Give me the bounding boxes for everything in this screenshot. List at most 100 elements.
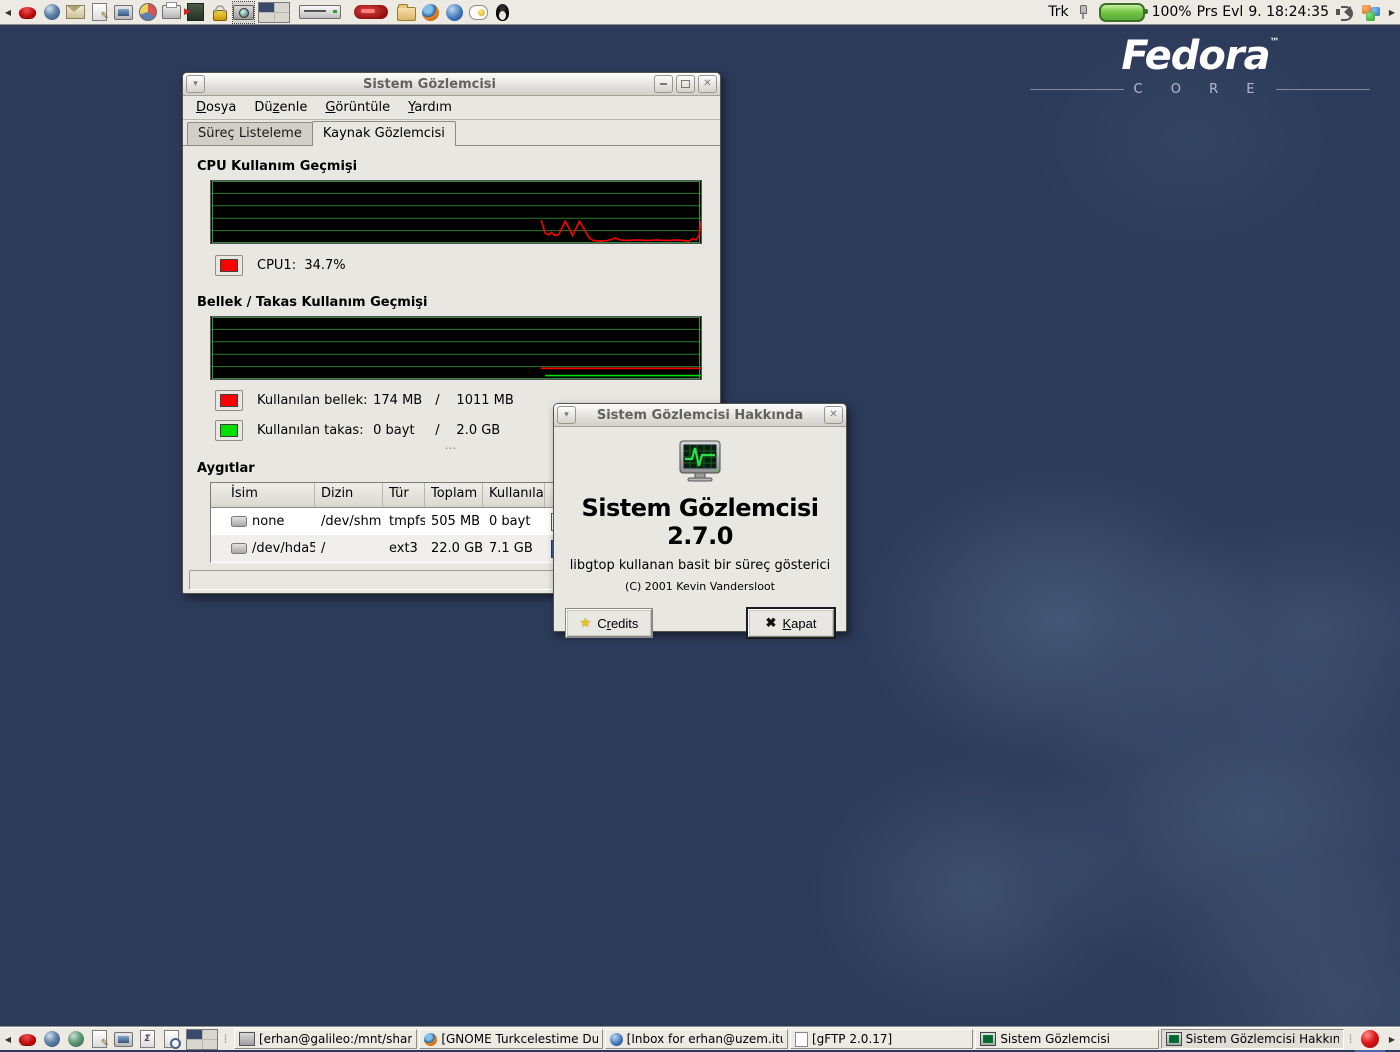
panel-hide-left-button[interactable]	[2, 2, 14, 22]
battery-meter-icon[interactable]	[1097, 2, 1147, 23]
credits-button[interactable]: Credits	[566, 609, 652, 637]
dialog-close-button[interactable]	[824, 406, 843, 424]
menu-goruntule[interactable]: Görüntüle	[316, 98, 399, 117]
thunderbird-icon	[610, 1033, 623, 1046]
about-dialog: Sistem Gözlemcisi Hakkında Sistem Gözlem…	[553, 403, 847, 632]
main-menu-redhat-icon[interactable]	[17, 2, 38, 23]
column-header-toplam[interactable]: Toplam	[425, 483, 483, 507]
about-copyright: (C) 2001 Kevin Vandersloot	[566, 580, 834, 593]
tab-kaynak-gozlemcisi[interactable]: Kaynak Gözlemcisi	[312, 121, 456, 146]
logo-rule-right	[1276, 89, 1370, 90]
bottom-web-globe-icon[interactable]	[41, 1029, 62, 1050]
bottom-panel-hide-left-button[interactable]	[2, 1029, 14, 1049]
workspace-switcher[interactable]	[257, 2, 291, 23]
bottom-redhat-menu-icon[interactable]	[17, 1029, 38, 1050]
column-header-dizin[interactable]: Dizin	[315, 483, 383, 507]
memory-used-label: Kullanılan bellek:	[257, 393, 369, 408]
memory-used-value: 174 MB	[373, 393, 431, 408]
memory-total-value: 1011 MB	[456, 393, 513, 408]
disk-icon	[231, 543, 247, 554]
battery-percentage: 100%	[1152, 4, 1192, 20]
bottom-workspace-switcher[interactable]	[185, 1029, 219, 1050]
dialog-window-menu-button[interactable]	[557, 406, 576, 424]
about-dialog-title: Sistem Gözlemcisi Hakkında	[579, 408, 821, 423]
taskbar-button-terminal[interactable]: [erhan@galileo:/mnt/share/C	[234, 1029, 417, 1049]
web-browser-launcher-icon[interactable]	[41, 2, 62, 23]
tab-surec-listeleme[interactable]: Süreç Listeleme	[187, 122, 313, 146]
disk-icon	[231, 516, 247, 527]
tray-red-ball-icon[interactable]	[1357, 1029, 1383, 1050]
taskbar-button-thunderbird[interactable]: [Inbox for erhan@uzem.itu.e	[605, 1029, 788, 1049]
messenger-chat-icon[interactable]	[468, 2, 489, 23]
tray-handle[interactable]	[1347, 1028, 1354, 1050]
terminal-icon	[239, 1032, 255, 1046]
gftp-page-icon	[795, 1032, 808, 1047]
bottom-globe2-icon[interactable]	[65, 1029, 86, 1050]
menu-duzenle[interactable]: Düzenle	[245, 98, 316, 117]
window-menu-button[interactable]	[186, 75, 205, 93]
tux-penguin-icon[interactable]	[492, 2, 513, 23]
kapat-button[interactable]: Kapat	[748, 609, 834, 637]
maximize-button[interactable]	[676, 75, 695, 93]
logo-rule-left	[1030, 89, 1124, 90]
system-monitor-app-icon	[676, 439, 724, 484]
taskbar-button-about-dialog[interactable]: Sistem Gözlemcisi Hakkınd	[1161, 1029, 1344, 1049]
screenshot-camera-icon[interactable]	[233, 2, 254, 23]
file-manager-folder-icon[interactable]	[396, 2, 417, 23]
bottom-panel-hide-right-button[interactable]	[1386, 1029, 1398, 1049]
cpu1-label: CPU1:	[257, 258, 296, 273]
memory-color-swatch[interactable]	[215, 390, 243, 411]
spreadsheet-launcher-icon[interactable]	[137, 2, 158, 23]
taskbar-button-system-monitor[interactable]: Sistem Gözlemcisi	[975, 1029, 1158, 1049]
panel-hide-right-button[interactable]	[1386, 2, 1398, 22]
fedora-logo-text: Fedora™	[1030, 36, 1370, 76]
firefox-icon[interactable]	[420, 2, 441, 23]
printer-launcher-icon[interactable]	[161, 2, 182, 23]
system-monitor-icon	[1166, 1032, 1182, 1046]
tabbar: Süreç Listeleme Kaynak Gözlemcisi	[183, 120, 720, 146]
bottom-search-doc-icon[interactable]	[161, 1029, 182, 1050]
thunderbird-icon[interactable]	[444, 2, 465, 23]
panel-handle[interactable]	[222, 1028, 229, 1050]
email-launcher-icon[interactable]	[65, 2, 86, 23]
cpu-history-heading: CPU Kullanım Geçmişi	[197, 159, 706, 174]
firefox-icon	[424, 1033, 437, 1046]
star-icon	[580, 615, 592, 631]
clock-time[interactable]: 9. 18:24:35	[1248, 4, 1329, 20]
power-plug-icon[interactable]	[1074, 3, 1092, 21]
lock-screen-icon[interactable]	[209, 2, 230, 23]
top-panel: Trk 100% Prs Evl 9. 18:24:35	[0, 0, 1400, 25]
bottom-sigma-doc-icon[interactable]	[137, 1029, 158, 1050]
cpu1-color-swatch[interactable]	[215, 255, 243, 276]
keyboard-layout-indicator[interactable]: Trk	[1048, 4, 1068, 20]
about-dialog-titlebar[interactable]: Sistem Gözlemcisi Hakkında	[554, 404, 846, 427]
swap-used-value: 0 bayt	[373, 423, 431, 438]
column-header-tur[interactable]: Tür	[383, 483, 425, 507]
bottom-display-icon[interactable]	[113, 1029, 134, 1050]
column-header-isim[interactable]: İsim	[211, 483, 315, 507]
clock-date[interactable]: Prs Evl	[1197, 4, 1244, 20]
cpu1-value: 34.7%	[304, 258, 345, 273]
minimize-button[interactable]	[654, 75, 673, 93]
taskbar-button-firefox[interactable]: [GNOME Turkcelestime Du	[419, 1029, 602, 1049]
presentation-launcher-icon[interactable]	[113, 2, 134, 23]
column-header-kullanilan[interactable]: Kullanılan	[483, 483, 545, 507]
mixer-blocks-icon[interactable]	[1360, 2, 1381, 23]
word-processor-launcher-icon[interactable]	[89, 2, 110, 23]
bottom-editor-icon[interactable]	[89, 1029, 110, 1050]
red-applet-icon[interactable]	[349, 2, 393, 23]
about-app-name-version: Sistem Gözlemcisi 2.7.0	[566, 494, 834, 550]
close-button[interactable]	[698, 75, 717, 93]
menu-dosya[interactable]: Dosya	[187, 98, 245, 117]
bottom-panel: [erhan@galileo:/mnt/share/C [GNOME Turkc…	[0, 1027, 1400, 1050]
volume-speaker-icon[interactable]	[1334, 2, 1355, 23]
logout-launcher-icon[interactable]	[185, 2, 206, 23]
fedora-wordmark: Fedora	[1121, 33, 1269, 79]
cpu-usage-graph	[210, 180, 702, 244]
system-monitor-titlebar[interactable]: Sistem Gözlemcisi	[183, 73, 720, 96]
swap-color-swatch[interactable]	[215, 420, 243, 441]
drive-applet-icon[interactable]	[294, 2, 346, 23]
taskbar-button-gftp[interactable]: [gFTP 2.0.17]	[790, 1029, 973, 1049]
menu-yardim[interactable]: Yardım	[399, 98, 461, 117]
window-title: Sistem Gözlemcisi	[208, 77, 651, 92]
